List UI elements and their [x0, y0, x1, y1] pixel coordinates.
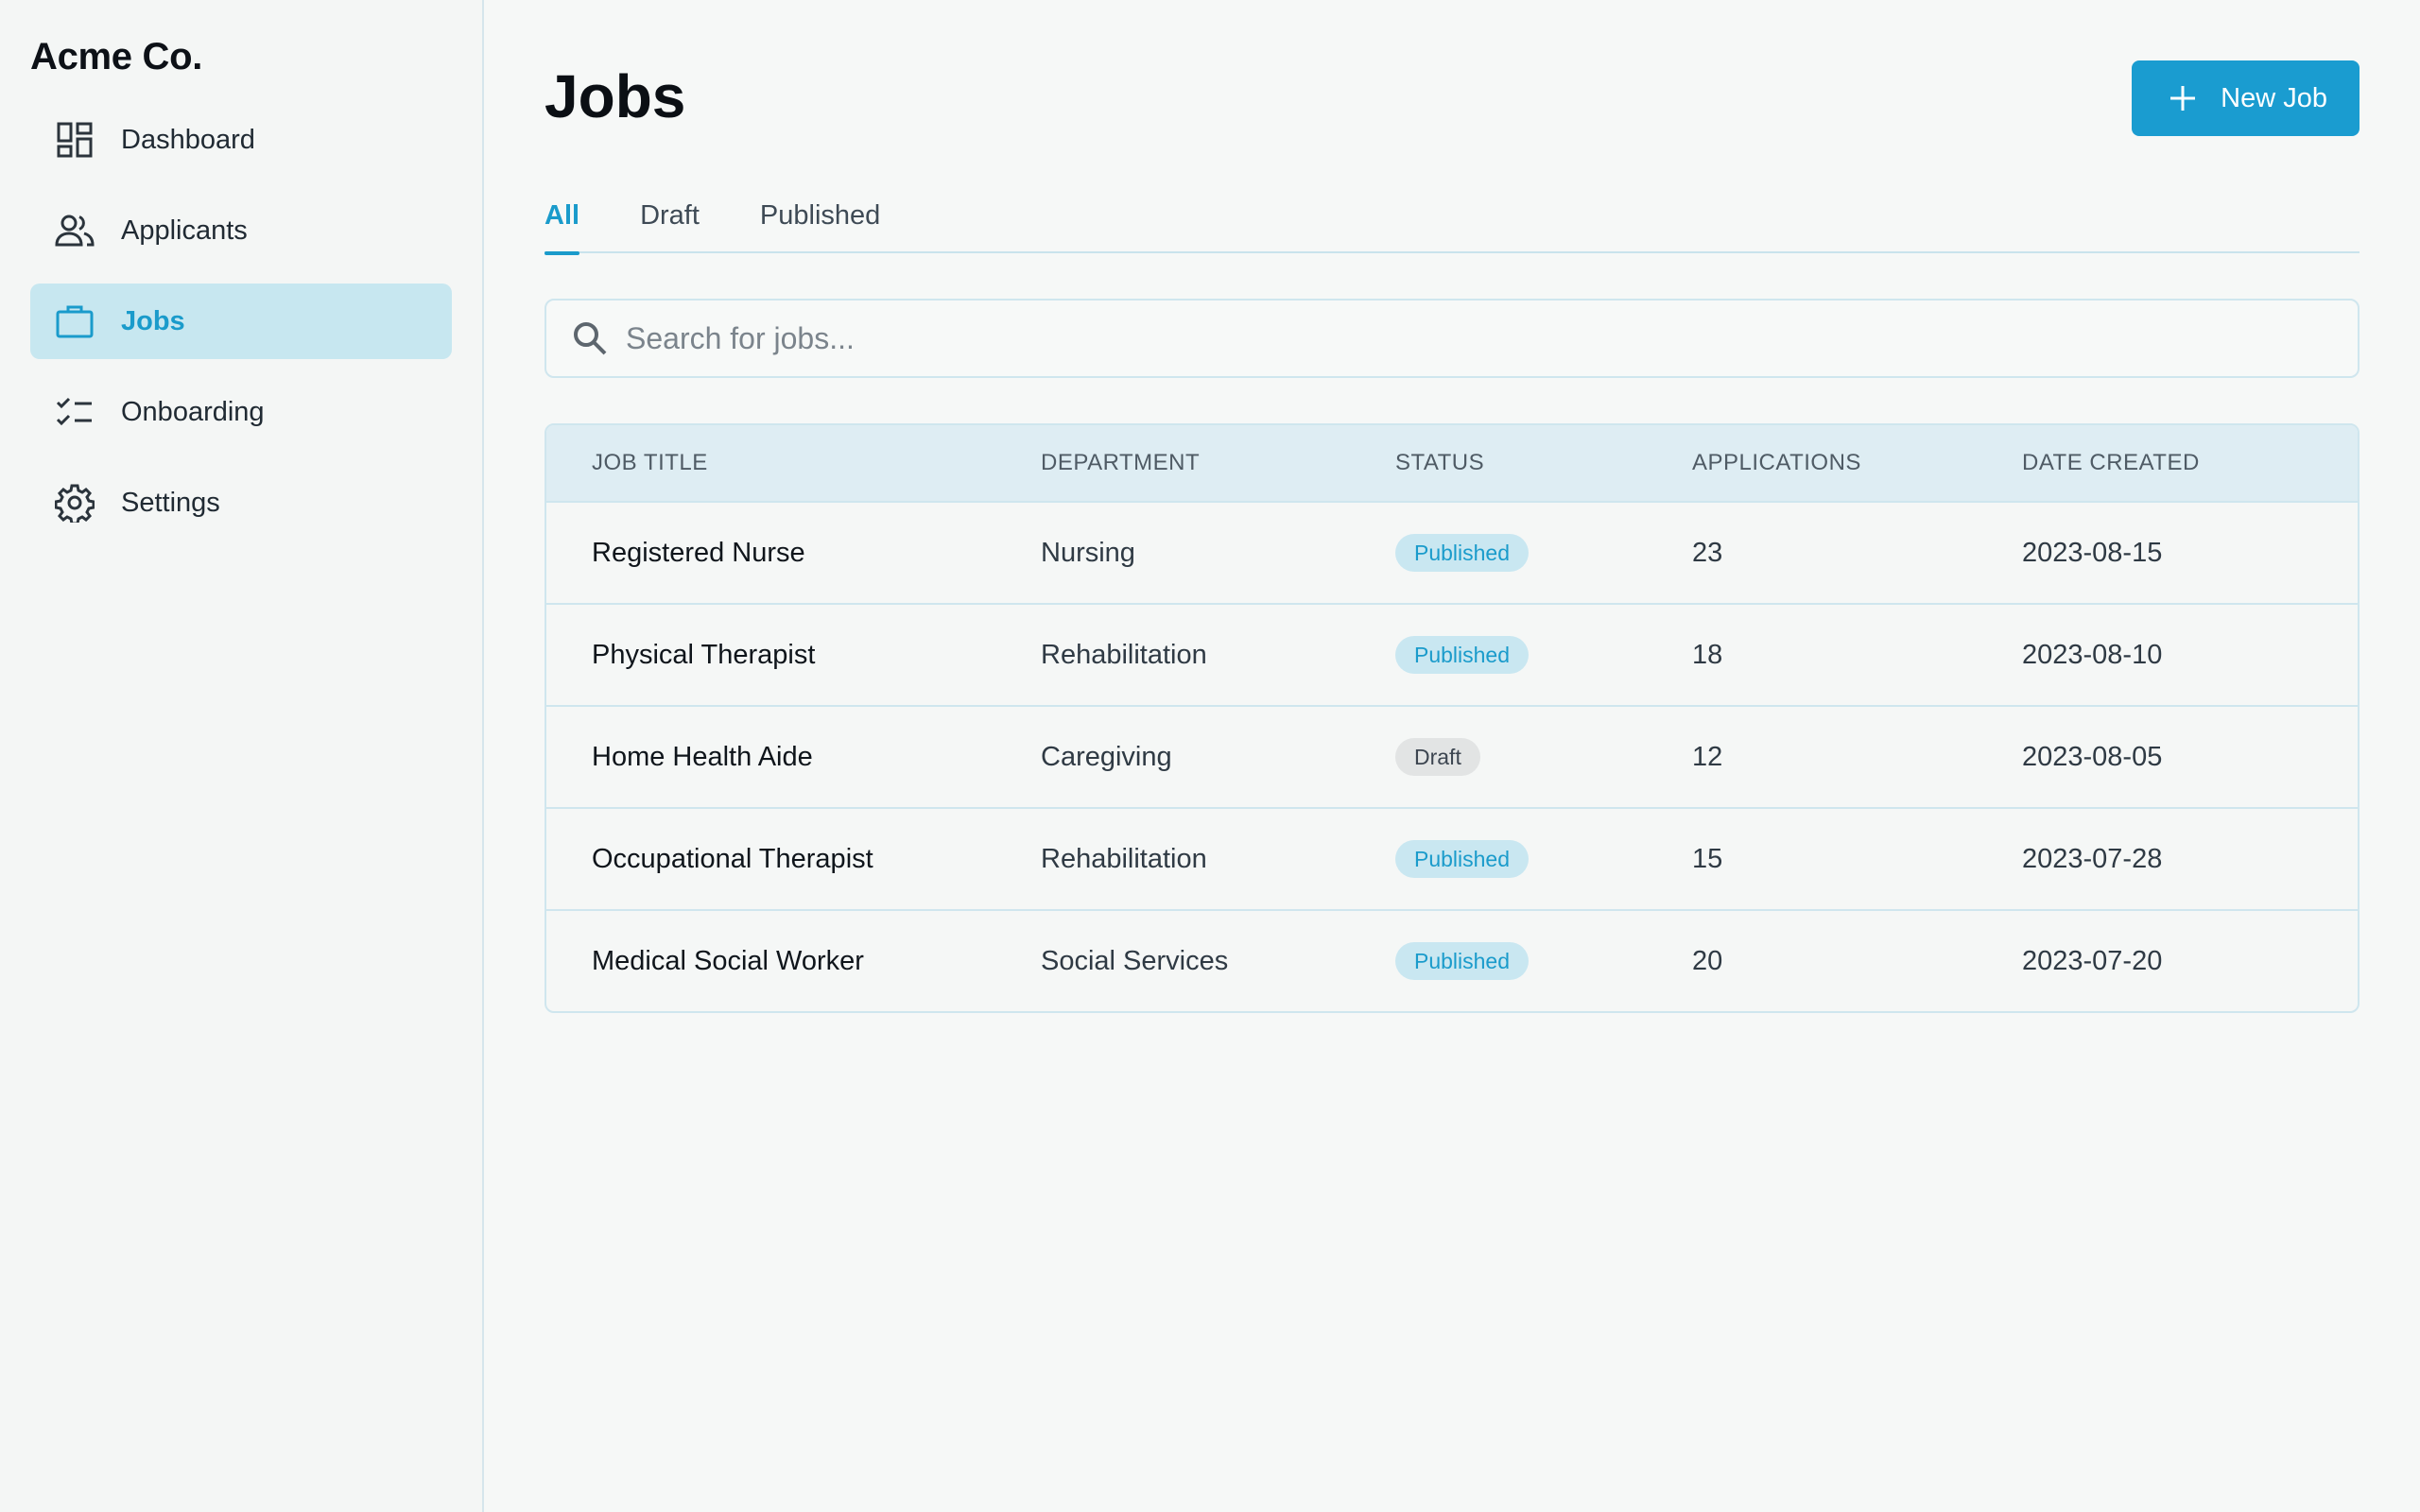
- department-cell: Nursing: [1041, 537, 1135, 568]
- job-title-cell: Occupational Therapist: [592, 843, 873, 874]
- sidebar-item-label: Jobs: [121, 305, 185, 336]
- new-job-button[interactable]: New Job: [2132, 60, 2360, 136]
- department-cell: Social Services: [1041, 945, 1229, 976]
- tab-draft[interactable]: Draft: [640, 195, 700, 253]
- date-created-cell: 2023-08-15: [2022, 537, 2163, 568]
- app-root: Acme Co. Dashboard Applicants Jobs Onboa…: [0, 0, 2420, 1512]
- sidebar-item-settings[interactable]: Settings: [30, 465, 452, 541]
- checklist-icon: [55, 392, 95, 432]
- applications-cell: 23: [1692, 537, 1723, 568]
- status-badge: Published: [1395, 840, 1530, 878]
- date-created-cell: 2023-07-28: [2022, 843, 2163, 874]
- date-created-cell: 2023-08-05: [2022, 741, 2163, 772]
- sidebar-item-label: Dashboard: [121, 124, 255, 155]
- job-title-cell: Home Health Aide: [592, 741, 813, 772]
- sidebar-item-applicants[interactable]: Applicants: [30, 193, 452, 268]
- briefcase-icon: [55, 301, 95, 341]
- applications-cell: 15: [1692, 843, 1723, 874]
- brand-name: Acme Co.: [30, 36, 203, 77]
- job-title-cell: Registered Nurse: [592, 537, 805, 568]
- status-badge: Draft: [1395, 738, 1480, 776]
- applications-cell: 20: [1692, 945, 1723, 976]
- main-content: Jobs New Job All Draft Published JOB TIT…: [484, 0, 2420, 1512]
- applications-cell: 12: [1692, 741, 1723, 772]
- table-row[interactable]: Occupational Therapist Rehabilitation Pu…: [546, 807, 2358, 909]
- tab-all[interactable]: All: [544, 195, 580, 255]
- tab-published[interactable]: Published: [760, 195, 880, 253]
- department-cell: Caregiving: [1041, 741, 1172, 772]
- table-row[interactable]: Home Health Aide Caregiving Draft 12 202…: [546, 705, 2358, 807]
- department-cell: Rehabilitation: [1041, 843, 1207, 874]
- table-row[interactable]: Medical Social Worker Social Services Pu…: [546, 909, 2358, 1011]
- date-created-cell: 2023-08-10: [2022, 639, 2163, 670]
- jobs-table: JOB TITLE DEPARTMENT STATUS APPLICATIONS…: [544, 423, 2360, 1013]
- page-header: Jobs New Job: [544, 0, 2360, 197]
- plus-icon: [2170, 86, 2196, 111]
- search-icon: [574, 322, 607, 355]
- sidebar-item-onboarding[interactable]: Onboarding: [30, 374, 452, 450]
- applications-cell: 18: [1692, 639, 1723, 670]
- column-header-department[interactable]: DEPARTMENT: [1041, 450, 1395, 476]
- column-header-status[interactable]: STATUS: [1395, 450, 1692, 476]
- search-input[interactable]: [626, 320, 2333, 356]
- gear-icon: [55, 483, 95, 523]
- page-title: Jobs: [544, 62, 686, 130]
- department-cell: Rehabilitation: [1041, 639, 1207, 670]
- status-badge: Published: [1395, 636, 1530, 674]
- sidebar-item-jobs[interactable]: Jobs: [30, 284, 452, 359]
- column-header-date-created[interactable]: DATE CREATED: [2022, 450, 2358, 476]
- status-badge: Published: [1395, 534, 1530, 572]
- sidebar-item-label: Onboarding: [121, 396, 265, 427]
- tab-bar: All Draft Published: [544, 195, 2360, 255]
- column-header-job-title[interactable]: JOB TITLE: [546, 450, 1041, 476]
- job-title-cell: Medical Social Worker: [592, 945, 864, 976]
- sidebar: Acme Co. Dashboard Applicants Jobs Onboa…: [0, 0, 484, 1512]
- job-title-cell: Physical Therapist: [592, 639, 816, 670]
- search-box: [544, 299, 2360, 378]
- sidebar-item-dashboard[interactable]: Dashboard: [30, 102, 452, 178]
- people-icon: [55, 211, 95, 250]
- date-created-cell: 2023-07-20: [2022, 945, 2163, 976]
- sidebar-item-label: Settings: [121, 487, 220, 518]
- dashboard-icon: [55, 120, 95, 160]
- new-job-button-label: New Job: [2221, 82, 2327, 113]
- column-header-applications[interactable]: APPLICATIONS: [1692, 450, 2022, 476]
- status-badge: Published: [1395, 942, 1530, 980]
- table-row[interactable]: Physical Therapist Rehabilitation Publis…: [546, 603, 2358, 705]
- sidebar-item-label: Applicants: [121, 215, 248, 246]
- table-header: JOB TITLE DEPARTMENT STATUS APPLICATIONS…: [546, 425, 2358, 501]
- table-row[interactable]: Registered Nurse Nursing Published 23 20…: [546, 501, 2358, 603]
